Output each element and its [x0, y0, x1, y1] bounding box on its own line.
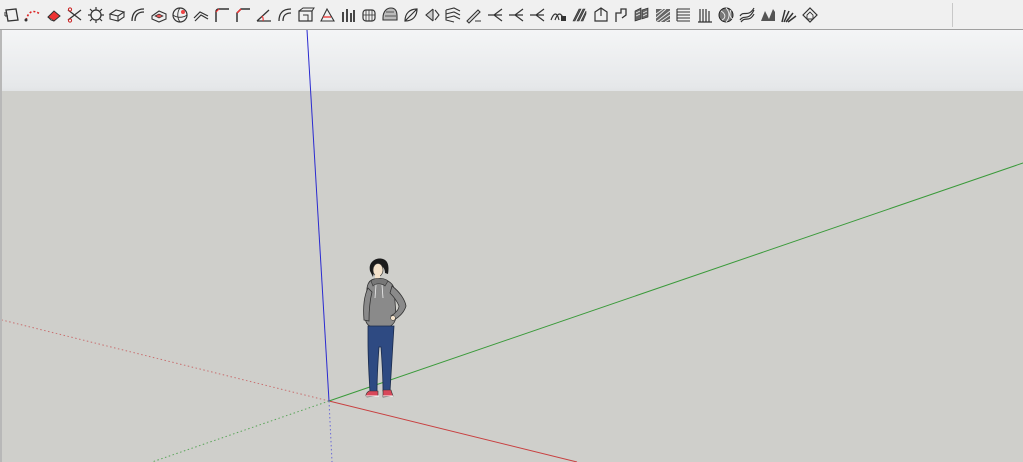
extrude-surface-button[interactable]: [569, 4, 589, 26]
select-rectangle-icon: [3, 6, 21, 24]
curve-offset-button[interactable]: [275, 4, 295, 26]
chamfer-icon: [234, 6, 252, 24]
dotted-curve-button[interactable]: [23, 4, 43, 26]
gear-shape-button[interactable]: [86, 4, 106, 26]
twisted-mesh-icon: [738, 6, 756, 24]
grid-cage-icon: [360, 6, 378, 24]
modeling-viewport[interactable]: [0, 30, 1023, 462]
comb-lines-icon: [696, 6, 714, 24]
pencil-surface-icon: [465, 6, 483, 24]
house-outline-icon: [801, 6, 819, 24]
toolbar: [0, 0, 1023, 30]
comb-lines-button[interactable]: [695, 4, 715, 26]
hatched-mesh-button[interactable]: [653, 4, 673, 26]
red-axis-dotted: [2, 319, 330, 402]
shell-button[interactable]: [149, 4, 169, 26]
leaf-shape-icon: [402, 6, 420, 24]
section-cut-icon: [318, 6, 336, 24]
bend-tool-button[interactable]: [128, 4, 148, 26]
stripe-panel-icon: [633, 6, 651, 24]
left-rotate-icon: [423, 6, 441, 24]
piped-columns-button[interactable]: [338, 4, 358, 26]
leaf-shape-button[interactable]: [401, 4, 421, 26]
follow-me-button[interactable]: [191, 4, 211, 26]
branch-split-button[interactable]: [485, 4, 505, 26]
spiral-ball-icon: [717, 6, 735, 24]
fold-panel-button[interactable]: [590, 4, 610, 26]
branch-merge-icon: [528, 6, 546, 24]
house-outline-button[interactable]: [800, 4, 820, 26]
layered-surface-icon: [444, 6, 462, 24]
stacked-lines-icon: [675, 6, 693, 24]
section-cut-button[interactable]: [317, 4, 337, 26]
dotted-curve-icon: [24, 6, 42, 24]
joint-push-pull-button[interactable]: [107, 4, 127, 26]
curve-offset-icon: [276, 6, 294, 24]
piped-columns-icon: [339, 6, 357, 24]
gear-shape-icon: [87, 6, 105, 24]
select-rectangle-button[interactable]: [2, 4, 22, 26]
angle-line-button[interactable]: [254, 4, 274, 26]
bend-tool-icon: [129, 6, 147, 24]
fold-panel-icon: [591, 6, 609, 24]
layered-surface-button[interactable]: [443, 4, 463, 26]
stripe-panel-button[interactable]: [632, 4, 652, 26]
blue-axis: [306, 30, 330, 402]
striped-fan-button[interactable]: [779, 4, 799, 26]
spiral-ball-button[interactable]: [716, 4, 736, 26]
loft-surface-button[interactable]: [548, 4, 568, 26]
scene-canvas[interactable]: [2, 30, 1023, 462]
angle-line-icon: [255, 6, 273, 24]
branch-join-button[interactable]: [506, 4, 526, 26]
helmet-mesh-button[interactable]: [380, 4, 400, 26]
extrude-surface-icon: [570, 6, 588, 24]
joint-push-pull-icon: [108, 6, 126, 24]
left-rotate-button[interactable]: [422, 4, 442, 26]
toolbar-buttons: [2, 3, 953, 27]
red-axis: [328, 400, 578, 462]
eraser-button[interactable]: [44, 4, 64, 26]
loft-surface-icon: [549, 6, 567, 24]
wave-surface-button[interactable]: [758, 4, 778, 26]
scissors-button[interactable]: [65, 4, 85, 26]
branch-merge-button[interactable]: [527, 4, 547, 26]
eraser-icon: [45, 6, 63, 24]
building-block-icon: [297, 6, 315, 24]
building-block-button[interactable]: [296, 4, 316, 26]
fillet-button[interactable]: [212, 4, 232, 26]
shell-icon: [150, 6, 168, 24]
sphere-icon: [171, 6, 189, 24]
pencil-surface-button[interactable]: [464, 4, 484, 26]
follow-me-icon: [192, 6, 210, 24]
stacked-lines-button[interactable]: [674, 4, 694, 26]
blue-axis-dotted: [328, 400, 333, 462]
grid-cage-button[interactable]: [359, 4, 379, 26]
sphere-button[interactable]: [170, 4, 190, 26]
green-axis: [328, 162, 1023, 402]
branch-join-icon: [507, 6, 525, 24]
helmet-mesh-icon: [381, 6, 399, 24]
wave-surface-icon: [759, 6, 777, 24]
twisted-mesh-button[interactable]: [737, 4, 757, 26]
fillet-icon: [213, 6, 231, 24]
chamfer-button[interactable]: [233, 4, 253, 26]
striped-fan-icon: [780, 6, 798, 24]
hook-shape-button[interactable]: [611, 4, 631, 26]
hatched-mesh-icon: [654, 6, 672, 24]
scissors-icon: [66, 6, 84, 24]
person-scale-figure[interactable]: [363, 258, 407, 398]
hook-shape-icon: [612, 6, 630, 24]
branch-split-icon: [486, 6, 504, 24]
green-axis-dotted: [151, 400, 330, 462]
